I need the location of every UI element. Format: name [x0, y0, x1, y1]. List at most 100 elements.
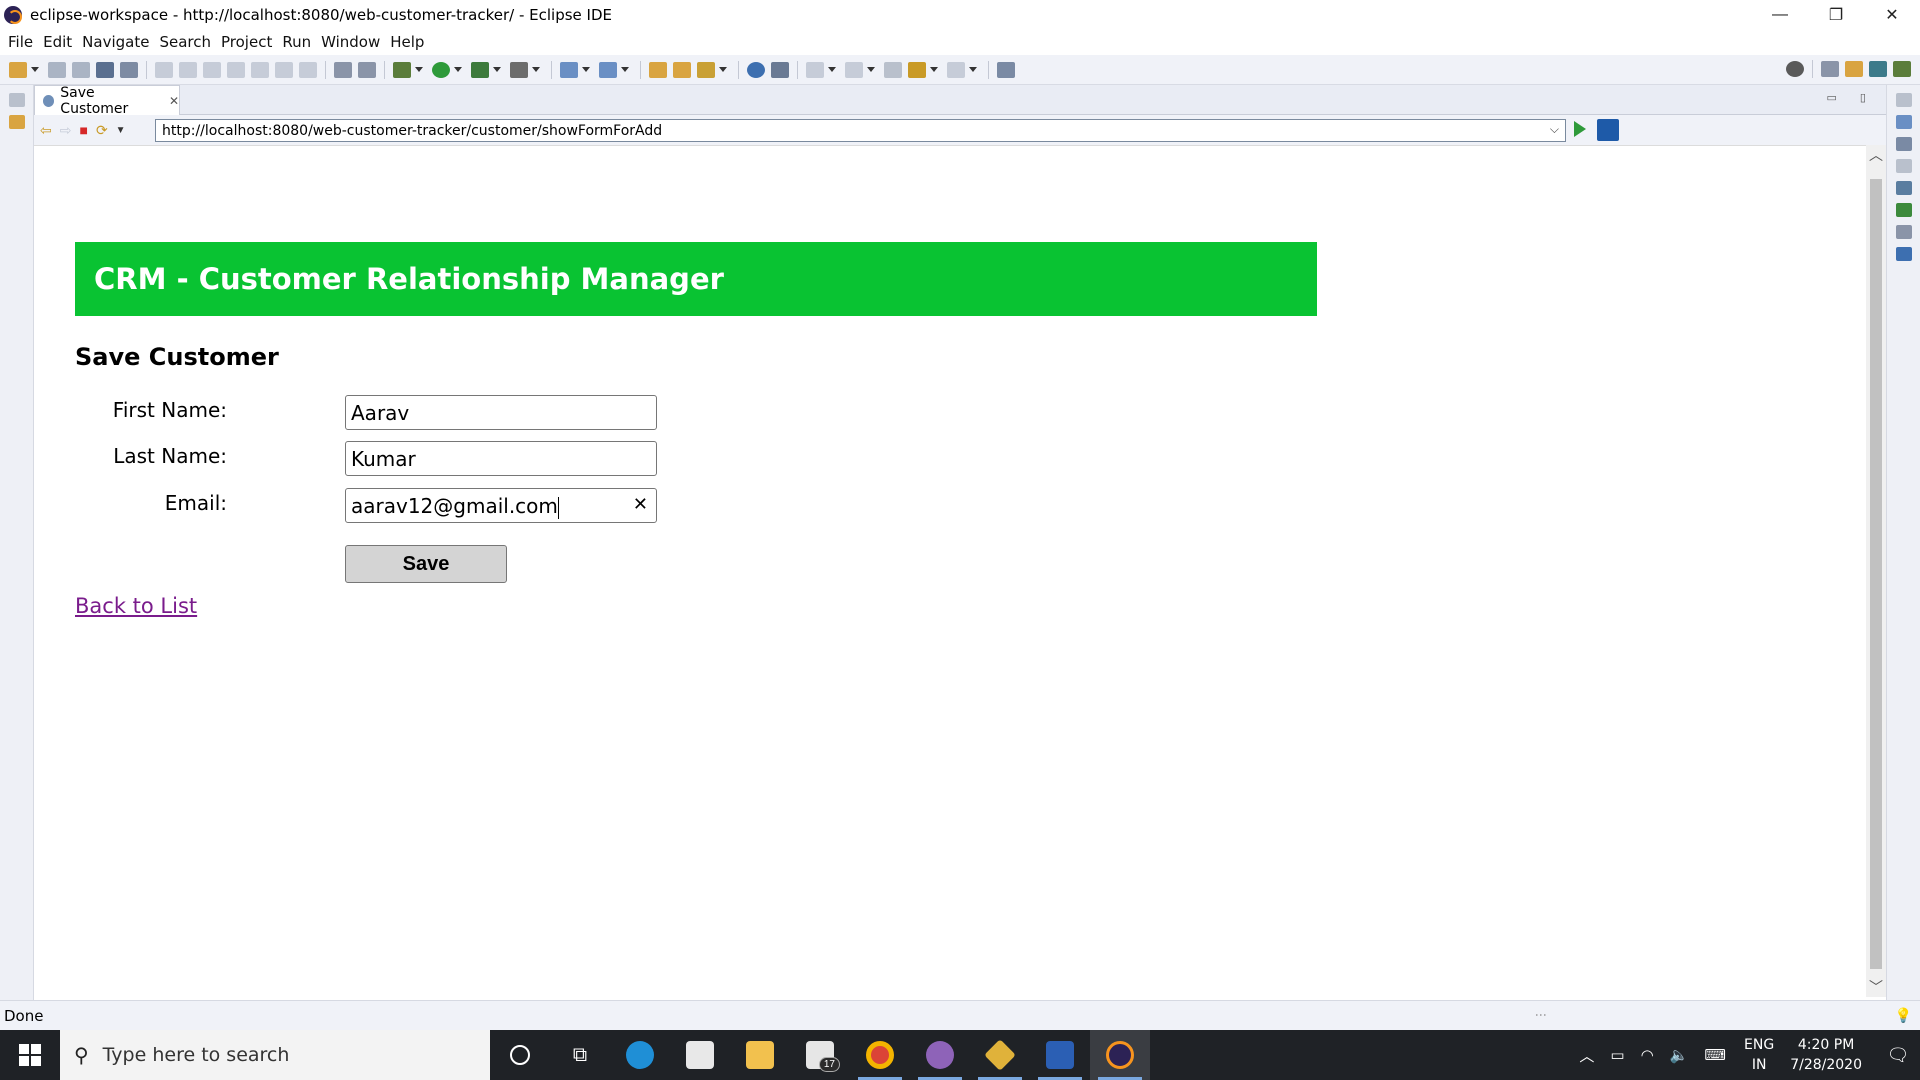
clear-input-icon[interactable]: ✕	[633, 494, 648, 515]
clock[interactable]: 4:20 PM 7/28/2020	[1790, 1035, 1862, 1075]
taskbar-mail[interactable]: 17	[790, 1030, 850, 1080]
save-button[interactable]: Save	[345, 545, 507, 583]
chevron-down-icon[interactable]	[31, 67, 39, 72]
disconnect-icon[interactable]	[227, 61, 245, 78]
terminal-icon[interactable]	[96, 61, 114, 78]
markers-icon[interactable]	[1895, 181, 1912, 195]
lightbulb-icon[interactable]: 💡	[1895, 1007, 1912, 1024]
data-source-icon[interactable]	[1895, 225, 1912, 239]
open-type-icon[interactable]	[649, 61, 667, 78]
restore-button[interactable]: ❐	[1808, 0, 1864, 29]
chevron-down-icon[interactable]	[828, 67, 836, 72]
restore-view-icon[interactable]	[1895, 93, 1912, 107]
cortana-button[interactable]	[490, 1030, 550, 1080]
restore-view-icon[interactable]	[1895, 159, 1912, 173]
chevron-down-icon[interactable]	[867, 67, 875, 72]
chevron-down-icon[interactable]	[582, 67, 590, 72]
taskbar-chrome[interactable]	[850, 1030, 910, 1080]
go-icon[interactable]	[1574, 121, 1586, 137]
task-view-button[interactable]: ⧉	[550, 1030, 610, 1080]
console-icon[interactable]	[1895, 247, 1912, 261]
url-history-chevron-icon[interactable]: ⌵	[1550, 122, 1559, 137]
chevron-down-icon[interactable]	[969, 67, 977, 72]
chevron-down-icon[interactable]	[719, 67, 727, 72]
menu-help[interactable]: Help	[390, 33, 424, 51]
toggle-mark-icon[interactable]	[358, 61, 376, 78]
pin-editor-icon[interactable]	[997, 61, 1015, 78]
menu-project[interactable]: Project	[221, 33, 272, 51]
taskbar-store[interactable]	[670, 1030, 730, 1080]
back-icon[interactable]	[908, 61, 926, 78]
menu-window[interactable]: Window	[321, 33, 380, 51]
chevron-down-icon[interactable]	[493, 67, 501, 72]
taskbar-edge[interactable]	[610, 1030, 670, 1080]
taskbar-search[interactable]: ⚲ Type here to search	[60, 1030, 490, 1080]
first-name-input[interactable]: Aarav	[345, 395, 657, 430]
taskbar-file-explorer[interactable]	[730, 1030, 790, 1080]
taskbar-eclipse[interactable]	[1090, 1030, 1150, 1080]
next-annotation-icon[interactable]	[806, 61, 824, 78]
open-task-icon[interactable]	[673, 61, 691, 78]
terminate-icon[interactable]	[203, 61, 221, 78]
wifi-icon[interactable]: ◠	[1641, 1046, 1654, 1064]
save-icon[interactable]	[48, 61, 66, 78]
step-return-icon[interactable]	[299, 61, 317, 78]
volume-muted-icon[interactable]: 🔈	[1670, 1046, 1689, 1064]
back-arrow-icon[interactable]: ⇦	[40, 122, 52, 139]
debug-icon[interactable]	[393, 61, 411, 78]
open-external-browser-icon[interactable]	[1597, 119, 1619, 141]
suspend-icon[interactable]	[179, 61, 197, 78]
taskbar-git[interactable]	[970, 1030, 1030, 1080]
step-over-icon[interactable]	[275, 61, 293, 78]
search-icon[interactable]	[1786, 61, 1804, 77]
coverage-icon[interactable]	[471, 61, 489, 78]
close-tab-icon[interactable]: ✕	[169, 94, 179, 108]
chevron-down-icon[interactable]	[532, 67, 540, 72]
language-indicator[interactable]: ENG IN	[1744, 1035, 1774, 1075]
save-all-icon[interactable]	[72, 61, 90, 78]
chevron-down-icon[interactable]: ▼	[116, 125, 126, 136]
minimize-button[interactable]: —	[1752, 0, 1808, 29]
previous-annotation-icon[interactable]	[845, 61, 863, 78]
last-edit-icon[interactable]	[884, 61, 902, 78]
run-icon[interactable]	[432, 61, 450, 78]
menu-run[interactable]: Run	[282, 33, 311, 51]
minimize-maximize-icons[interactable]: ▭ ▯	[1826, 91, 1876, 104]
menu-navigate[interactable]: Navigate	[82, 33, 149, 51]
forward-arrow-icon[interactable]: ⇨	[60, 122, 72, 139]
external-tools-icon[interactable]	[510, 61, 528, 78]
resume-icon[interactable]	[155, 61, 173, 78]
debug-perspective-icon[interactable]	[1893, 61, 1911, 77]
back-to-list-link[interactable]: Back to List	[75, 594, 197, 618]
keyboard-icon[interactable]: ⌨	[1704, 1046, 1726, 1064]
task-list-icon[interactable]	[1895, 137, 1912, 151]
battery-icon[interactable]: ▭	[1610, 1046, 1624, 1064]
forward-icon[interactable]	[947, 61, 965, 78]
java-ee-perspective-icon[interactable]	[1845, 61, 1863, 77]
menu-search[interactable]: Search	[159, 33, 211, 51]
step-into-icon[interactable]	[251, 61, 269, 78]
outline-icon[interactable]	[1895, 115, 1912, 129]
start-button[interactable]	[0, 1030, 60, 1080]
scroll-up-icon[interactable]: ︿	[1869, 145, 1883, 165]
chevron-up-icon[interactable]: ︿	[1579, 1045, 1594, 1066]
new-class-icon[interactable]	[599, 61, 617, 78]
tab-save-customer[interactable]: Save Customer ✕	[34, 85, 180, 117]
servers-icon[interactable]	[1895, 203, 1912, 217]
taskbar-github[interactable]	[910, 1030, 970, 1080]
taskbar-word[interactable]	[1030, 1030, 1090, 1080]
refresh-icon[interactable]: ⟳	[96, 122, 108, 139]
vertical-scrollbar[interactable]: ︿ ﹀	[1866, 145, 1886, 997]
new-icon[interactable]	[9, 61, 27, 78]
scroll-down-icon[interactable]: ﹀	[1869, 977, 1883, 997]
email-input[interactable]: aarav12@gmail.com ✕	[345, 488, 657, 523]
annotation-icon[interactable]	[771, 61, 789, 78]
chevron-down-icon[interactable]	[415, 67, 423, 72]
close-window-button[interactable]: ✕	[1864, 0, 1920, 29]
chevron-down-icon[interactable]	[454, 67, 462, 72]
java-perspective-icon[interactable]	[1869, 61, 1887, 77]
new-server-icon[interactable]	[560, 61, 578, 78]
url-input[interactable]: http://localhost:8080/web-customer-track…	[155, 119, 1566, 142]
scrollbar-thumb[interactable]	[1870, 179, 1882, 969]
restore-view-icon[interactable]	[8, 93, 25, 107]
